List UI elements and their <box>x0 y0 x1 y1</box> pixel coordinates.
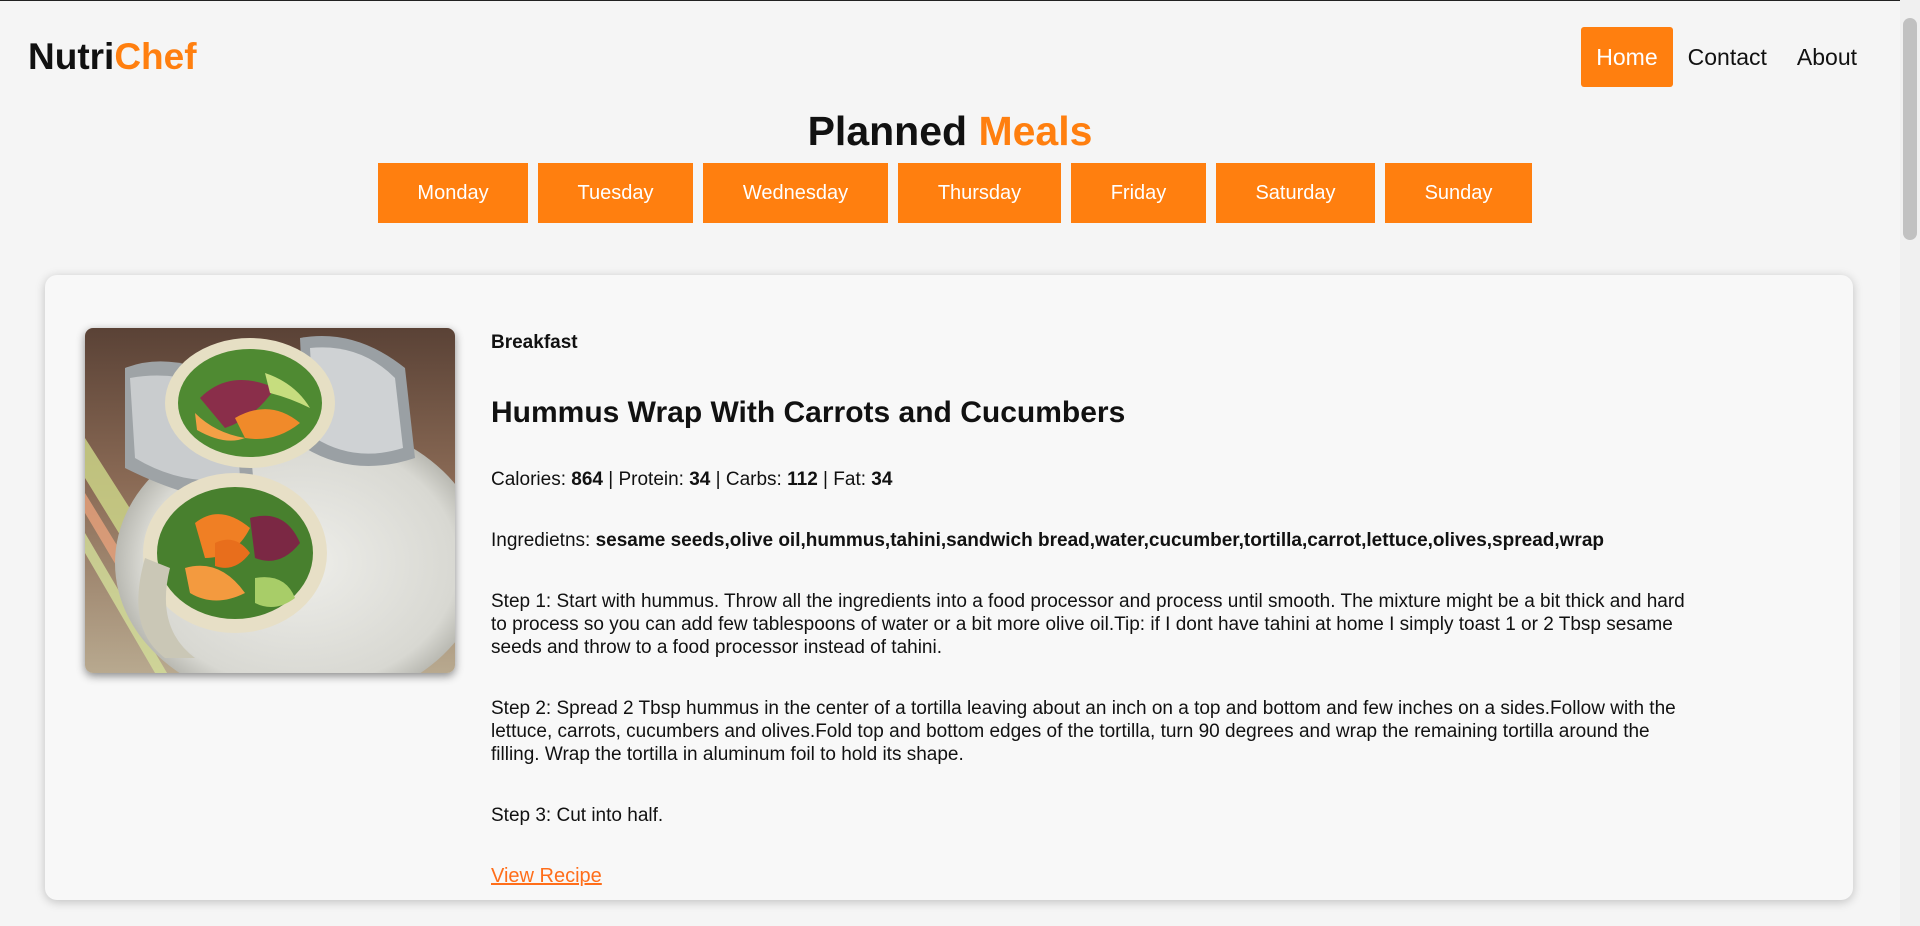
recipe-step-3: Step 3: Cut into half. <box>491 805 664 826</box>
ingredients-label: Ingredietns: <box>491 530 591 551</box>
fat-label: Fat: <box>833 469 867 490</box>
protein-value: 34 <box>689 469 711 490</box>
main-nav: Home Contact About <box>1581 27 1872 87</box>
recipe-step-1: Step 1: Start with hummus. Throw all the… <box>491 591 1685 658</box>
tab-sunday[interactable]: Sunday <box>1385 163 1532 223</box>
ingredients-list: sesame seeds,olive oil,hummus,tahini,san… <box>595 530 1604 551</box>
nutrition-info: Calories: 864 | Protein: 34 | Carbs: 112… <box>491 469 893 490</box>
page-scrollbar[interactable] <box>1900 0 1920 926</box>
top-border <box>0 0 1920 1</box>
meal-details: Breakfast Hummus Wrap With Carrots and C… <box>491 331 1701 888</box>
page-title-part2: Meals <box>978 108 1093 154</box>
brand-name-part2: Chef <box>114 36 197 77</box>
meal-type: Breakfast <box>491 332 578 353</box>
scrollbar-thumb[interactable] <box>1903 18 1917 240</box>
fat-value: 34 <box>871 469 893 490</box>
nav-contact[interactable]: Contact <box>1673 27 1782 87</box>
view-recipe-link[interactable]: View Recipe <box>491 865 602 888</box>
tab-wednesday[interactable]: Wednesday <box>703 163 888 223</box>
day-tabs: Monday Tuesday Wednesday Thursday Friday… <box>0 163 1900 223</box>
nav-home[interactable]: Home <box>1581 27 1673 87</box>
nav-about[interactable]: About <box>1782 27 1872 87</box>
tab-monday[interactable]: Monday <box>378 163 528 223</box>
meal-image <box>85 328 455 673</box>
carbs-value: 112 <box>787 469 818 490</box>
meal-title: Hummus Wrap With Carrots and Cucumbers <box>491 396 1126 429</box>
calories-label: Calories: <box>491 469 566 490</box>
page-title: Planned Meals <box>0 108 1900 155</box>
calories-value: 864 <box>571 469 603 490</box>
recipe-step-2: Step 2: Spread 2 Tbsp hummus in the cent… <box>491 698 1676 765</box>
brand-logo[interactable]: NutriChef <box>28 36 197 78</box>
tab-saturday[interactable]: Saturday <box>1216 163 1375 223</box>
protein-label: Protein: <box>618 469 684 490</box>
brand-name-part1: Nutri <box>28 36 115 77</box>
tab-friday[interactable]: Friday <box>1071 163 1206 223</box>
tab-thursday[interactable]: Thursday <box>898 163 1061 223</box>
page-title-part1: Planned <box>807 108 968 154</box>
meal-card: Breakfast Hummus Wrap With Carrots and C… <box>45 275 1853 900</box>
carbs-label: Carbs: <box>725 469 782 490</box>
tab-tuesday[interactable]: Tuesday <box>538 163 693 223</box>
ingredients: Ingredietns: sesame seeds,olive oil,humm… <box>491 529 1701 552</box>
